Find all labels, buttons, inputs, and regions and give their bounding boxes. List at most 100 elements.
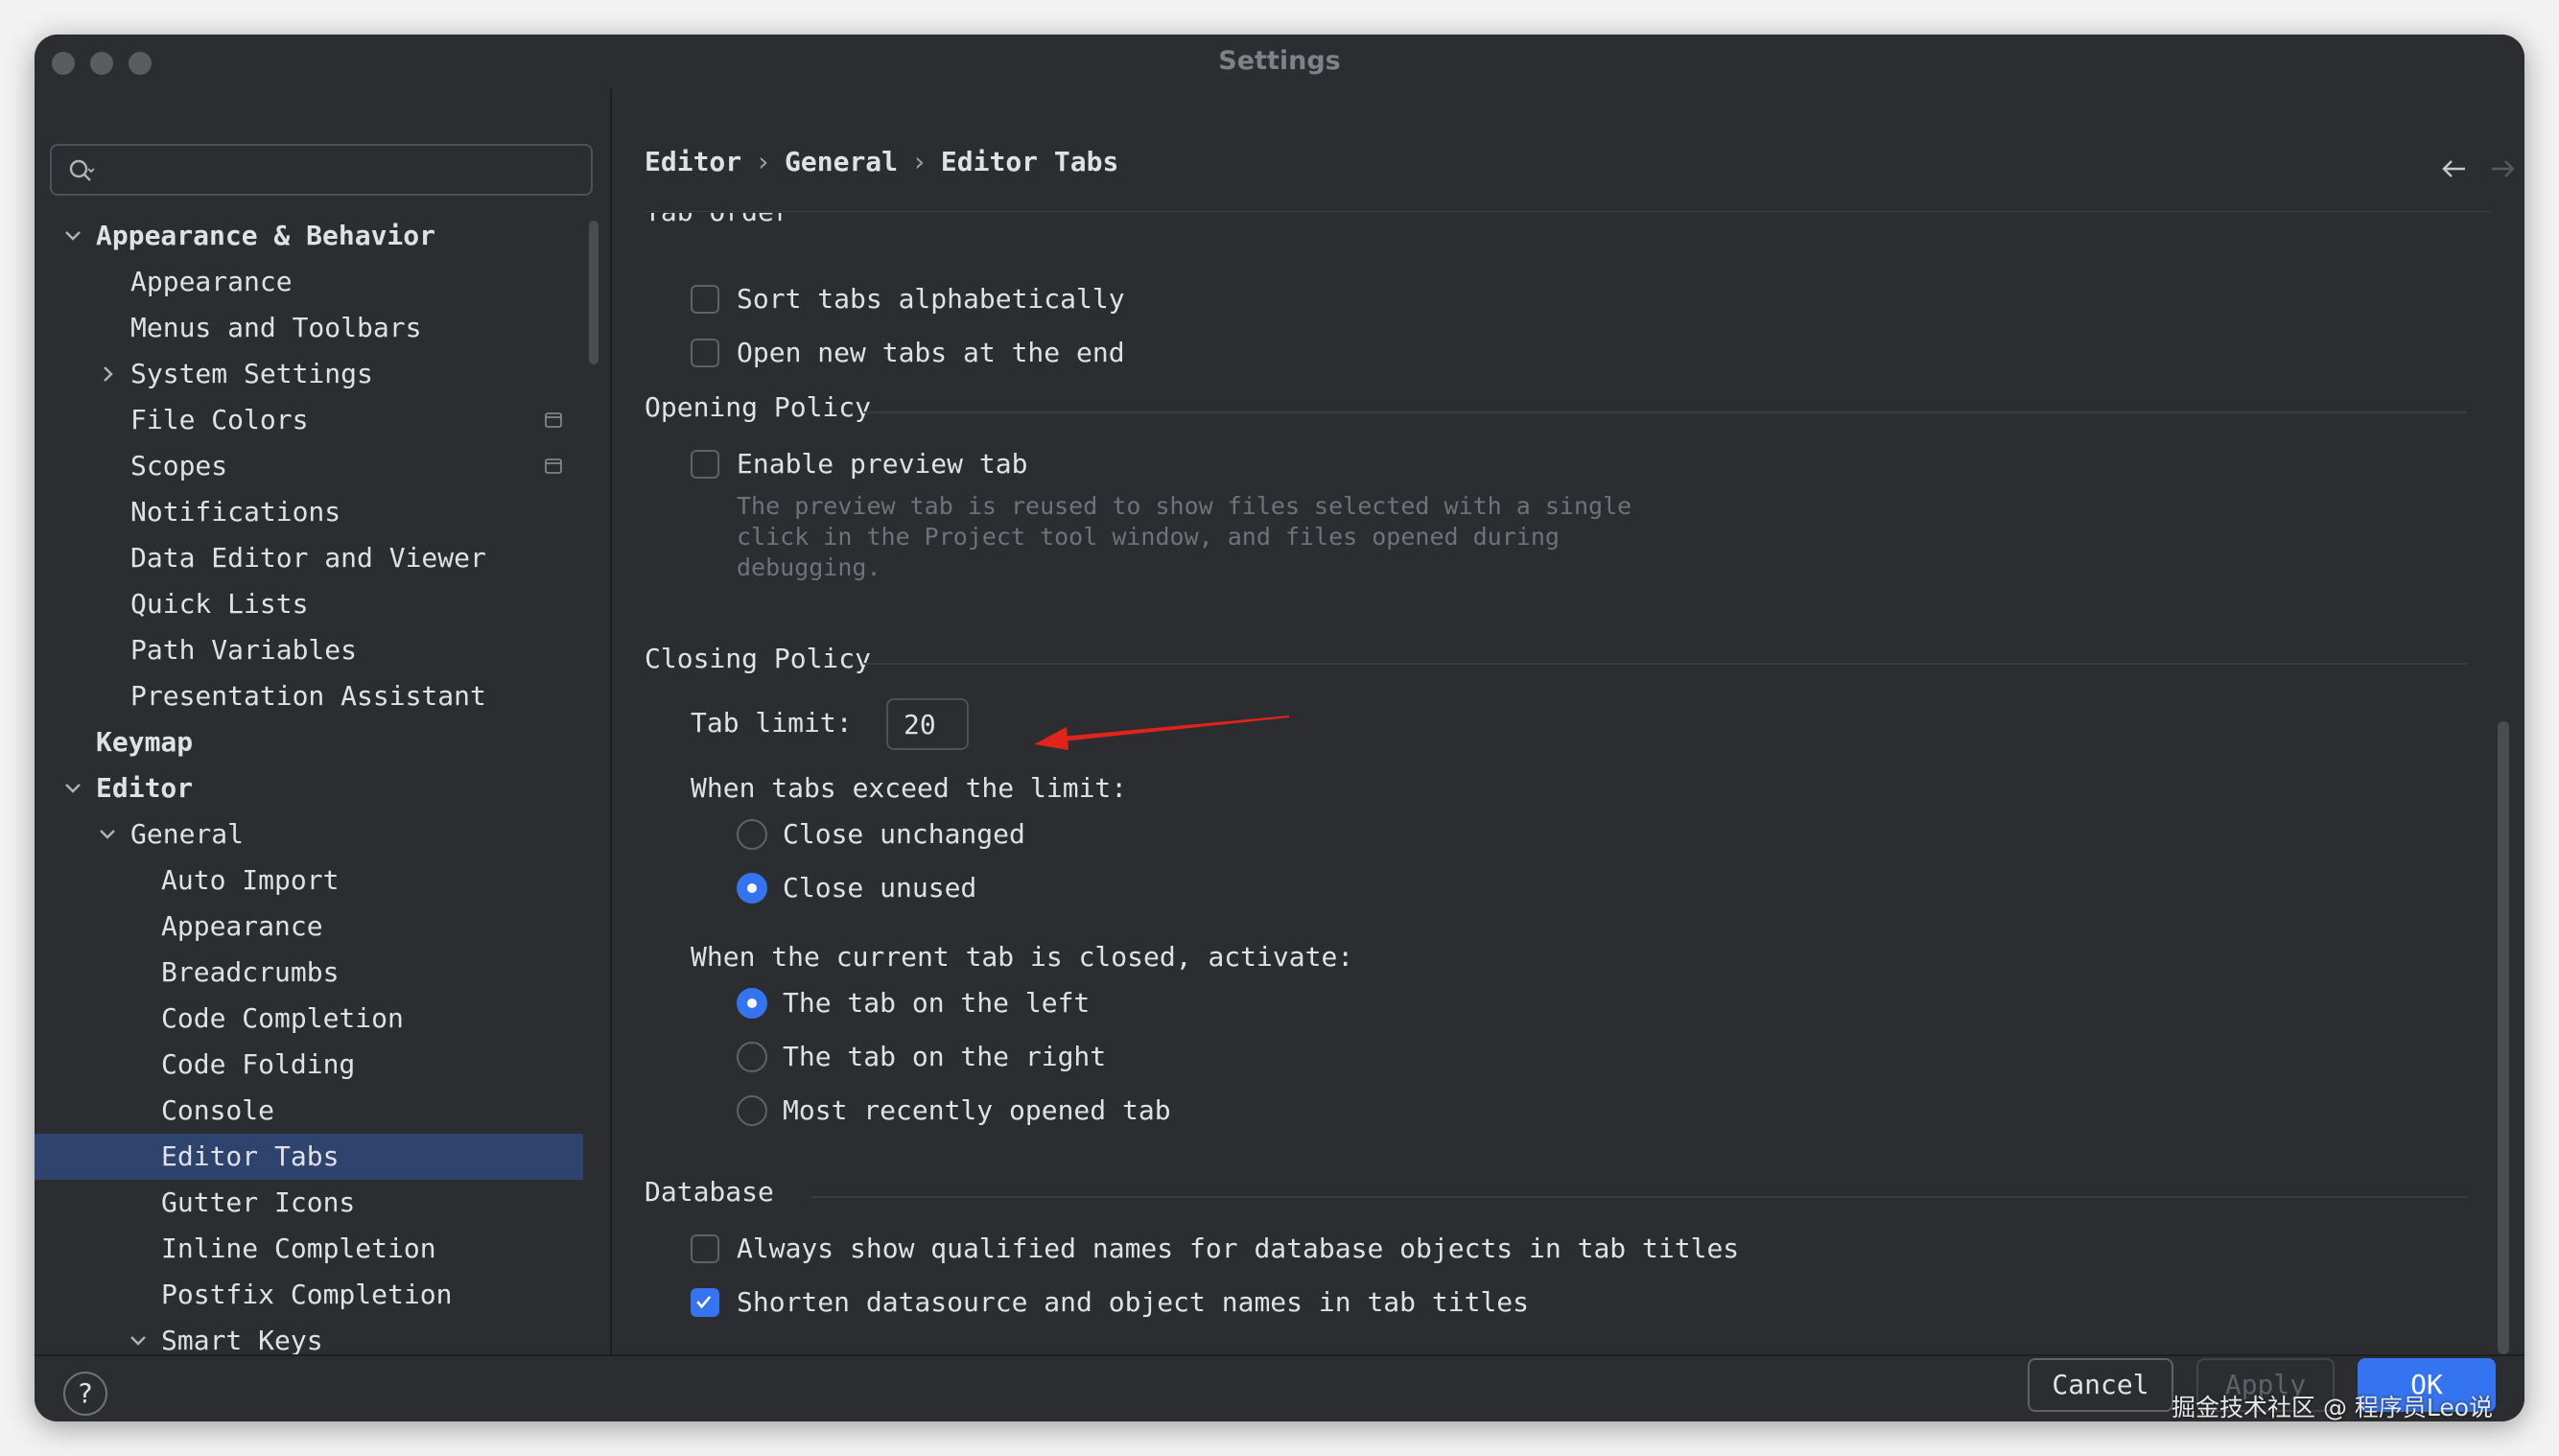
sort-alphabetically-label: Sort tabs alphabetically (737, 283, 1125, 315)
section-title-opening-policy: Opening Policy (645, 391, 872, 423)
content-scrollbar[interactable] (2498, 721, 2509, 1354)
settings-sidebar: Appearance & Behavior Appearance Menus and… (35, 88, 612, 1356)
most-recent-label: Most recently opened tab (783, 1094, 1171, 1126)
breadcrumb-general[interactable]: General (785, 146, 898, 177)
sidebar-item-label: Keymap (96, 726, 194, 758)
help-button[interactable]: ? (63, 1372, 107, 1416)
sidebar-item-code-completion[interactable]: Code Completion (35, 996, 583, 1042)
sidebar-item-label: Scopes (130, 450, 228, 481)
sidebar-item-label: Notifications (130, 496, 341, 528)
sidebar-item-postfix-completion[interactable]: Postfix Completion (35, 1272, 583, 1318)
zoom-window-button[interactable] (129, 52, 152, 75)
sidebar-item-auto-import[interactable]: Auto Import (35, 857, 583, 904)
sidebar-item-general[interactable]: General (35, 811, 583, 857)
shorten-names-checkbox[interactable] (691, 1288, 719, 1317)
breadcrumb-separator: › (755, 146, 772, 177)
settings-content: Editor › General › Editor Tabs Tab Order Sor… (612, 88, 2524, 1354)
sidebar-item-label: Data Editor and Viewer (130, 542, 486, 574)
exceed-limit-label: When tabs exceed the limit: (691, 772, 1128, 804)
tab-left-label: The tab on the left (783, 987, 1091, 1019)
enable-preview-checkbox[interactable] (691, 450, 719, 479)
chevron-down-icon[interactable] (61, 224, 84, 247)
breadcrumb-editor-tabs: Editor Tabs (940, 146, 1119, 177)
close-unchanged-radio[interactable] (737, 819, 767, 850)
sidebar-item-appearance[interactable]: Appearance (35, 259, 583, 305)
sidebar-item-notifications[interactable]: Notifications (35, 489, 583, 535)
breadcrumb-separator: › (911, 146, 927, 177)
sort-alphabetically-checkbox[interactable] (691, 285, 719, 314)
sidebar-item-label: Quick Lists (130, 588, 309, 620)
breadcrumb: Editor › General › Editor Tabs (645, 146, 1118, 177)
sidebar-item-breadcrumbs[interactable]: Breadcrumbs (35, 950, 583, 996)
chevron-down-icon[interactable] (127, 1329, 150, 1352)
breadcrumb-editor[interactable]: Editor (645, 146, 741, 177)
sidebar-item-presentation-assistant[interactable]: Presentation Assistant (35, 673, 583, 719)
sidebar-item-inline-completion[interactable]: Inline Completion (35, 1226, 583, 1272)
sidebar-item-editor-tabs[interactable]: Editor Tabs (35, 1134, 583, 1180)
sidebar-item-data-editor-and-viewer[interactable]: Data Editor and Viewer (35, 535, 583, 581)
preview-description: The preview tab is reused to show files … (737, 491, 1657, 583)
preview-description-line: debugging. (737, 553, 881, 581)
search-icon (69, 159, 95, 181)
sidebar-scrollbar[interactable] (589, 221, 599, 364)
qualified-names-checkbox[interactable] (691, 1234, 719, 1263)
close-window-button[interactable] (52, 52, 75, 75)
cancel-button[interactable]: Cancel (2028, 1358, 2173, 1412)
checkmark-icon (696, 1296, 712, 1309)
close-unchanged-label: Close unchanged (783, 818, 1025, 850)
tab-left-radio[interactable] (737, 988, 767, 1019)
qualified-names-label: Always show qualified names for database… (737, 1233, 1740, 1264)
sidebar-item-code-folding[interactable]: Code Folding (35, 1042, 583, 1088)
sidebar-item-label: General (130, 818, 245, 850)
tab-limit-input[interactable] (886, 698, 969, 750)
sidebar-item-label: File Colors (130, 404, 309, 435)
sidebar-item-keymap[interactable]: Keymap (35, 719, 583, 765)
section-divider (863, 411, 2467, 413)
search-box[interactable] (50, 144, 593, 196)
sidebar-item-gutter-icons[interactable]: Gutter Icons (35, 1180, 583, 1226)
sidebar-item-label: Menus and Toolbars (130, 312, 422, 343)
dialog-footer: ? Cancel Apply OK (35, 1354, 2524, 1421)
title-bar: Settings (35, 35, 2524, 88)
tab-right-radio[interactable] (737, 1042, 767, 1072)
back-arrow-icon[interactable] (2440, 157, 2469, 180)
sidebar-item-editor[interactable]: Editor (35, 765, 583, 811)
sidebar-item-label: Code Completion (161, 1002, 404, 1034)
sidebar-item-label: Editor Tabs (161, 1140, 340, 1172)
sidebar-item-label: Console (161, 1094, 275, 1126)
open-at-end-label: Open new tabs at the end (737, 337, 1125, 368)
sidebar-item-system-settings[interactable]: System Settings (35, 351, 583, 397)
tab-right-label: The tab on the right (783, 1041, 1107, 1072)
settings-scroll-area: Tab Order Sort tabs alphabetically Open … (612, 213, 2524, 1354)
sidebar-item-label: Appearance (161, 910, 323, 942)
most-recent-radio[interactable] (737, 1095, 767, 1126)
close-unused-radio[interactable] (737, 873, 767, 904)
sidebar-item-file-colors[interactable]: File Colors (35, 397, 583, 443)
project-level-icon (545, 412, 562, 428)
sidebar-item-label: Presentation Assistant (130, 680, 486, 712)
sidebar-item-label: Editor (96, 772, 194, 804)
sidebar-item-label: Inline Completion (161, 1233, 436, 1264)
sidebar-item-label: Appearance & Behavior (96, 220, 436, 251)
chevron-down-icon[interactable] (96, 823, 119, 846)
sidebar-item-menus-and-toolbars[interactable]: Menus and Toolbars (35, 305, 583, 351)
header-divider (645, 211, 2492, 212)
minimize-window-button[interactable] (90, 52, 113, 75)
sidebar-item-path-variables[interactable]: Path Variables (35, 627, 583, 673)
chevron-right-icon[interactable] (96, 363, 119, 386)
section-title-closing-policy: Closing Policy (645, 643, 872, 674)
sidebar-item-smart-keys[interactable]: Smart Keys (35, 1318, 583, 1356)
section-divider (863, 663, 2467, 665)
sidebar-item-label: Gutter Icons (161, 1186, 356, 1218)
sidebar-item-appearance[interactable]: Appearance (35, 904, 583, 950)
sidebar-item-appearance-behavior[interactable]: Appearance & Behavior (35, 213, 583, 259)
open-at-end-checkbox[interactable] (691, 339, 719, 367)
close-unused-label: Close unused (783, 872, 977, 904)
chevron-down-icon[interactable] (61, 777, 84, 800)
sidebar-item-label: Code Folding (161, 1048, 356, 1080)
sidebar-item-scopes[interactable]: Scopes (35, 443, 583, 489)
forward-arrow-icon[interactable] (2488, 157, 2517, 180)
search-input[interactable] (104, 152, 577, 190)
sidebar-item-quick-lists[interactable]: Quick Lists (35, 581, 583, 627)
sidebar-item-console[interactable]: Console (35, 1088, 583, 1134)
